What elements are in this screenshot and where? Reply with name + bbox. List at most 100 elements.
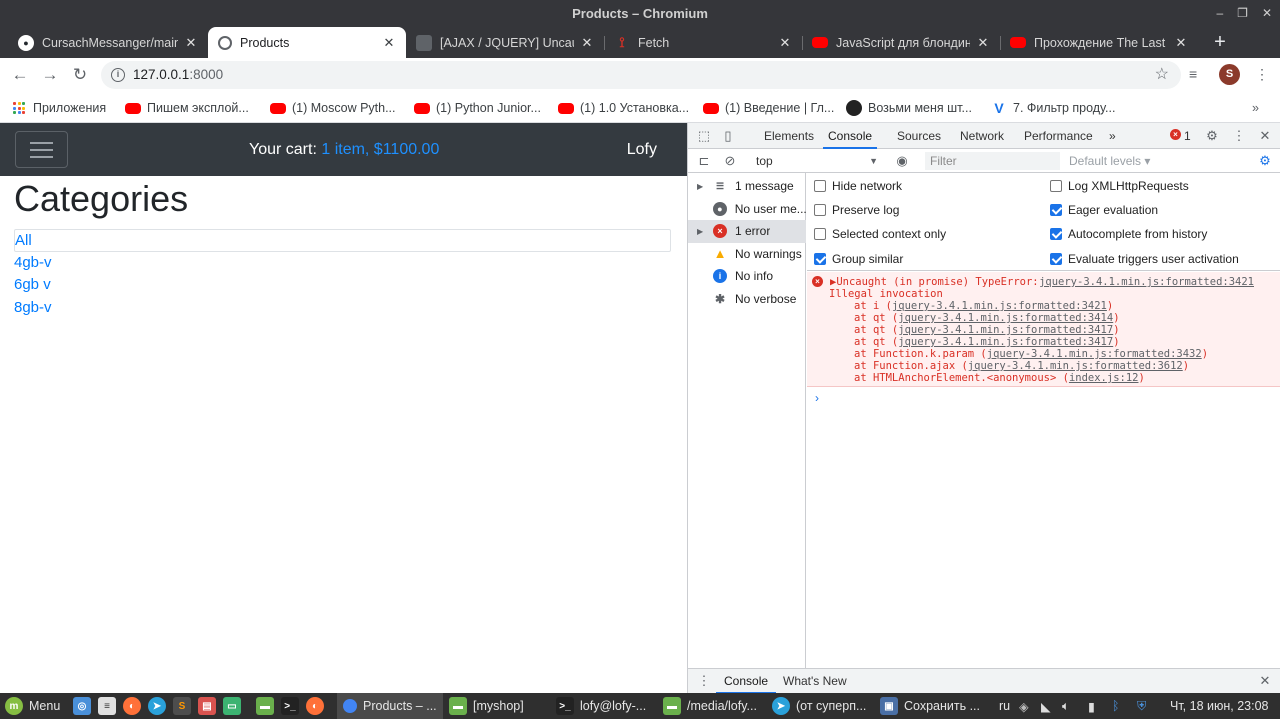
launcher-text-editor[interactable]: ≡: [98, 693, 116, 719]
sidebar-item-errors[interactable]: ▶ × 1 error: [688, 220, 806, 243]
option-preserve-log[interactable]: Preserve log: [814, 202, 899, 218]
close-window-icon[interactable]: ✕: [1262, 0, 1272, 27]
checkbox-checked[interactable]: [1050, 228, 1062, 240]
option-autocomplete-history[interactable]: Autocomplete from history: [1050, 226, 1207, 242]
option-log-xhr[interactable]: Log XMLHttpRequests: [1050, 178, 1189, 194]
launcher-app[interactable]: ▤: [198, 693, 216, 719]
taskbar-window-save[interactable]: ▣ Сохранить ...: [880, 693, 984, 719]
tab-ajax-jquery[interactable]: [AJAX / JQUERY] Uncaug ✕: [406, 27, 604, 58]
launcher-browser[interactable]: ◎: [73, 693, 91, 719]
bookmark-apps[interactable]: Приложения: [13, 99, 106, 117]
close-tab-icon[interactable]: ✕: [778, 35, 792, 51]
taskbar-window-terminal[interactable]: >_ lofy@lofy-...: [556, 693, 658, 719]
taskbar-window-myshop[interactable]: ▬ [myshop]: [449, 693, 549, 719]
checkbox[interactable]: [1050, 180, 1062, 192]
tab-fetch[interactable]: ⟟ Fetch ✕: [604, 27, 802, 58]
sidebar-item-verbose[interactable]: ✱ No verbose: [688, 288, 806, 311]
devtools-tab-performance[interactable]: Performance: [1024, 123, 1093, 149]
source-link[interactable]: index.js:12: [1069, 372, 1139, 384]
site-info-icon[interactable]: i: [111, 68, 125, 82]
launcher-sublime[interactable]: S: [173, 693, 191, 719]
bookmark-item[interactable]: (1) Moscow Pyth...: [270, 99, 396, 117]
drawer-tab-whats-new[interactable]: What's New: [783, 669, 847, 694]
bookmark-item[interactable]: V 7. Фильтр проду...: [991, 99, 1115, 117]
option-evaluate-triggers[interactable]: Evaluate triggers user activation: [1050, 251, 1239, 267]
error-count-icon[interactable]: ×: [1170, 129, 1181, 140]
category-8gb-v[interactable]: 8gb-v: [14, 297, 671, 320]
start-menu-button[interactable]: m Menu: [5, 693, 60, 719]
close-tab-icon[interactable]: ✕: [580, 35, 594, 51]
sidebar-item-info[interactable]: i No info: [688, 265, 806, 288]
console-filter-input[interactable]: [925, 152, 1060, 170]
close-tab-icon[interactable]: ✕: [184, 35, 198, 51]
back-icon[interactable]: ←: [9, 64, 31, 86]
bookmarks-overflow-icon[interactable]: »: [1252, 99, 1259, 117]
source-link[interactable]: jquery-3.4.1.min.js:formatted:3421: [892, 300, 1107, 312]
device-toolbar-icon[interactable]: ▯: [720, 128, 736, 144]
console-settings-gear-icon[interactable]: ⚙: [1257, 153, 1273, 169]
checkbox[interactable]: [814, 228, 826, 240]
launcher-firefox[interactable]: ◐: [123, 693, 141, 719]
toggle-sidebar-icon[interactable]: ⊏: [696, 153, 712, 169]
tab-last-of-us[interactable]: Прохождение The Last o ✕: [1000, 27, 1198, 58]
tab-cursach[interactable]: ● CursachMessanger/main.j ✕: [8, 27, 208, 58]
bookmark-item[interactable]: (1) 1.0 Установка...: [558, 99, 689, 117]
wifi-icon[interactable]: ◣: [1041, 693, 1051, 719]
devtools-tab-network[interactable]: Network: [960, 123, 1004, 149]
devtools-tab-console[interactable]: Console: [823, 123, 878, 149]
option-group-similar[interactable]: Group similar: [814, 251, 903, 267]
minimize-icon[interactable]: ‒: [1216, 0, 1223, 27]
bookmark-item[interactable]: Возьми меня шт...: [846, 99, 972, 117]
launcher-terminal[interactable]: >_: [281, 693, 299, 719]
devtools-tab-sources[interactable]: Sources: [897, 123, 941, 149]
category-4gb-v[interactable]: 4gb-v: [14, 252, 671, 275]
checkbox-checked[interactable]: [1050, 253, 1062, 265]
close-tab-icon[interactable]: ✕: [976, 35, 990, 51]
new-tab-button[interactable]: +: [1208, 27, 1232, 58]
source-link[interactable]: jquery-3.4.1.min.js:formatted:3612: [968, 360, 1183, 372]
clipboard-icon[interactable]: ▮: [1088, 693, 1095, 719]
keyboard-layout[interactable]: ru: [999, 693, 1010, 719]
close-tab-icon[interactable]: ✕: [1174, 35, 1188, 51]
forward-icon[interactable]: →: [39, 64, 61, 86]
option-selected-context-only[interactable]: Selected context only: [814, 226, 946, 242]
close-tab-icon[interactable]: ✕: [382, 35, 396, 51]
taskbar-window-media[interactable]: ▬ /media/lofy...: [663, 693, 767, 719]
context-select[interactable]: top ▼: [752, 152, 880, 170]
console-prompt[interactable]: ›: [815, 391, 819, 405]
bookmark-star-icon[interactable]: ☆: [1155, 61, 1169, 89]
shield-icon[interactable]: ⛨: [1137, 693, 1146, 719]
hamburger-menu-icon[interactable]: [15, 131, 68, 168]
user-name[interactable]: Lofy: [627, 123, 657, 176]
close-devtools-icon[interactable]: ✕: [1257, 128, 1273, 144]
category-all[interactable]: All: [14, 229, 671, 252]
media-control-icon[interactable]: ≡: [1189, 66, 1197, 82]
volume-icon[interactable]: 🔈︎: [1062, 693, 1070, 719]
error-headline[interactable]: ▶Uncaught (in promise) TypeError:: [830, 276, 1039, 288]
avatar[interactable]: S: [1219, 64, 1240, 85]
drawer-tab-console[interactable]: Console: [716, 669, 777, 694]
source-link[interactable]: jquery-3.4.1.min.js:formatted:3414: [898, 312, 1113, 324]
bookmark-item[interactable]: (1) Python Junior...: [414, 99, 541, 117]
browser-menu-icon[interactable]: ⋮: [1255, 66, 1269, 83]
tab-javascript[interactable]: JavaScript для блондин ✕: [802, 27, 1000, 58]
bookmark-item[interactable]: (1) Введение | Гл...: [703, 99, 834, 117]
error-count[interactable]: 1: [1184, 123, 1191, 149]
console-error-message[interactable]: × ▶Uncaught (in promise) TypeError: jque…: [807, 272, 1280, 387]
taskbar-window-products[interactable]: Products – ...: [337, 693, 443, 719]
launcher-files[interactable]: ▬: [256, 693, 274, 719]
checkbox-checked[interactable]: [1050, 204, 1062, 216]
cart-link[interactable]: 1 item, $1100.00: [321, 141, 439, 158]
updates-icon[interactable]: ◈: [1019, 693, 1029, 719]
close-drawer-icon[interactable]: ✕: [1257, 673, 1273, 689]
drawer-menu-icon[interactable]: ⋮: [696, 673, 712, 689]
inspect-element-icon[interactable]: ⬚: [696, 128, 712, 144]
option-eager-evaluation[interactable]: Eager evaluation: [1050, 202, 1158, 218]
settings-gear-icon[interactable]: ⚙: [1204, 128, 1220, 144]
checkbox[interactable]: [814, 204, 826, 216]
live-expression-eye-icon[interactable]: ◉: [894, 153, 910, 169]
source-link[interactable]: jquery-3.4.1.min.js:formatted:3421: [1039, 276, 1254, 288]
sidebar-item-user-messages[interactable]: ● No user me...: [688, 198, 806, 221]
bookmark-item[interactable]: Пишем эксплой...: [125, 99, 249, 117]
url-text[interactable]: 127.0.0.1:8000: [133, 61, 223, 89]
